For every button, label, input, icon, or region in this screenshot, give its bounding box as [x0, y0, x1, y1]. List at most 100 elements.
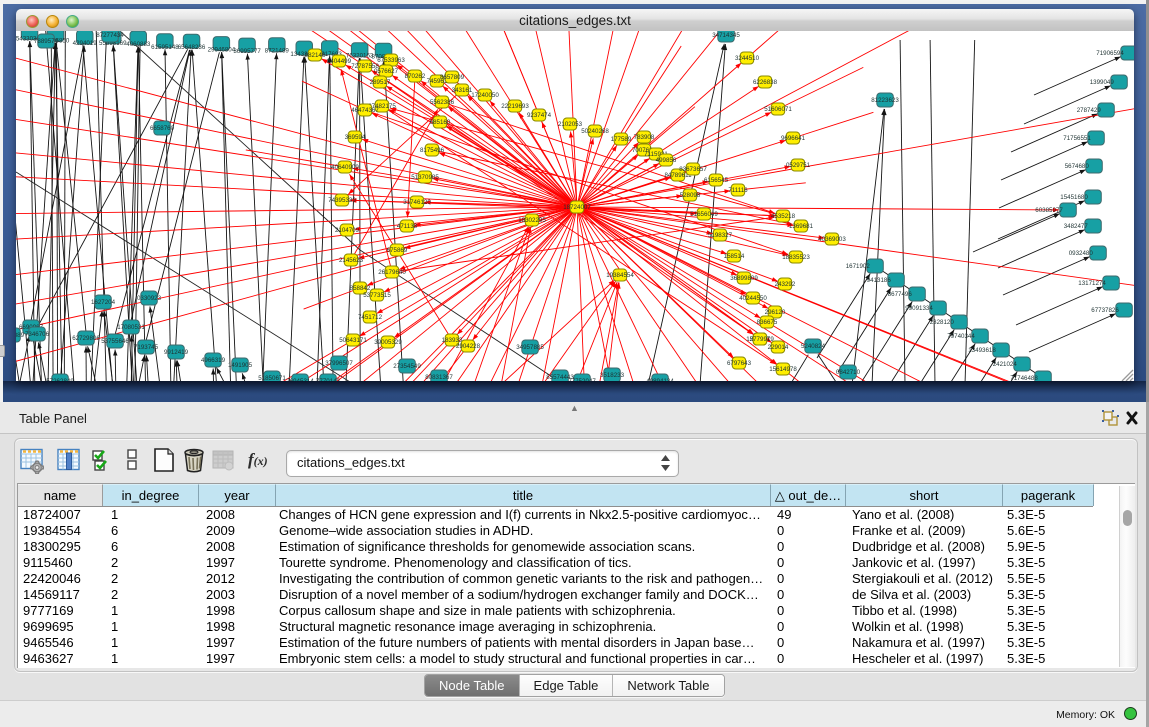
- svg-text:80831367: 80831367: [425, 374, 453, 381]
- svg-text:3518233: 3518233: [600, 372, 625, 379]
- svg-text:6797643: 6797643: [727, 360, 752, 367]
- svg-text:67533963: 67533963: [377, 57, 405, 64]
- svg-text:83673657: 83673657: [679, 166, 707, 173]
- svg-text:57262849: 57262849: [46, 378, 74, 381]
- svg-text:7770143: 7770143: [316, 378, 341, 381]
- svg-text:4060883: 4060883: [126, 41, 151, 48]
- svg-text:8721489: 8721489: [265, 48, 290, 55]
- svg-text:4294019: 4294019: [73, 40, 98, 47]
- svg-text:65648236: 65648236: [178, 44, 206, 51]
- svg-text:471138: 471138: [397, 223, 418, 230]
- svg-text:36995777: 36995777: [233, 48, 261, 55]
- svg-text:2102053: 2102053: [558, 121, 583, 128]
- svg-text:27354549: 27354549: [393, 363, 421, 370]
- svg-text:528098: 528098: [680, 192, 701, 199]
- svg-text:369594: 369594: [345, 134, 366, 141]
- svg-text:77752047: 77752047: [568, 378, 596, 381]
- svg-text:2787429: 2787429: [1077, 107, 1102, 114]
- svg-text:0529751: 0529751: [786, 162, 811, 169]
- svg-text:9413186: 9413186: [867, 277, 892, 284]
- svg-text:15614978: 15614978: [769, 366, 797, 373]
- svg-text:1671902: 1671902: [846, 263, 871, 270]
- svg-text:51656049: 51656049: [690, 211, 718, 218]
- svg-text:9237474: 9237474: [527, 112, 552, 119]
- svg-text:49894134: 49894134: [646, 378, 674, 381]
- svg-text:982146: 982146: [305, 52, 326, 59]
- svg-text:7889579: 7889579: [34, 38, 59, 45]
- svg-text:71746488: 71746488: [1010, 375, 1038, 381]
- svg-text:71756551: 71756551: [1063, 135, 1091, 142]
- svg-text:5240824: 5240824: [801, 343, 826, 350]
- svg-text:40244550: 40244550: [739, 295, 767, 302]
- svg-text:37996507: 37996507: [325, 360, 353, 367]
- svg-text:39005329: 39005329: [374, 339, 402, 346]
- svg-text:2328120: 2328120: [930, 319, 955, 326]
- svg-text:31746120: 31746120: [403, 199, 431, 206]
- svg-text:177589: 177589: [611, 136, 632, 143]
- svg-text:0576627: 0576627: [374, 68, 399, 75]
- svg-text:6156545: 6156545: [704, 177, 729, 184]
- svg-text:3244510: 3244510: [735, 55, 760, 62]
- svg-text:8677496: 8677496: [888, 291, 913, 298]
- svg-text:18835523: 18835523: [782, 254, 810, 261]
- svg-text:158514: 158514: [724, 253, 745, 260]
- svg-text:51606071: 51606071: [764, 106, 792, 113]
- svg-text:46474367: 46474367: [351, 107, 379, 114]
- svg-text:53773515: 53773515: [363, 292, 391, 299]
- svg-text:81223623: 81223623: [871, 97, 899, 104]
- svg-text:12779979: 12779979: [746, 336, 774, 343]
- svg-text:2421024: 2421024: [993, 361, 1018, 368]
- svg-text:2145623: 2145623: [339, 257, 364, 264]
- svg-text:858842: 858842: [350, 285, 371, 292]
- svg-text:17240050: 17240050: [471, 92, 499, 99]
- svg-text:2104709: 2104709: [335, 227, 360, 234]
- svg-text:62729806: 62729806: [72, 335, 100, 342]
- svg-text:5562386: 5562386: [430, 99, 455, 106]
- svg-text:1399049: 1399049: [1090, 79, 1115, 86]
- svg-text:5674680: 5674680: [1065, 163, 1090, 170]
- svg-text:79740344: 79740344: [947, 333, 975, 340]
- svg-text:7193745: 7193745: [134, 344, 159, 351]
- svg-text:18302295: 18302295: [518, 217, 546, 224]
- svg-text:99091334: 99091334: [905, 305, 933, 312]
- svg-text:34957885: 34957885: [516, 344, 544, 351]
- svg-text:1627204: 1627204: [91, 299, 116, 306]
- svg-text:343161: 343161: [452, 87, 473, 94]
- svg-text:74395339: 74395339: [328, 197, 356, 204]
- svg-text:243292: 243292: [775, 281, 796, 288]
- svg-text:296120: 296120: [765, 309, 786, 316]
- svg-text:289517: 289517: [370, 79, 391, 86]
- svg-text:53755646: 53755646: [101, 338, 129, 345]
- svg-text:6658760: 6658760: [150, 125, 175, 132]
- svg-text:22219693: 22219693: [501, 103, 529, 110]
- svg-text:87277434: 87277434: [96, 32, 124, 39]
- svg-text:36899809: 36899809: [730, 275, 758, 282]
- svg-text:4966319: 4966319: [201, 357, 226, 364]
- svg-text:61595148: 61595148: [151, 44, 179, 51]
- svg-text:5466889: 5466889: [16, 332, 25, 339]
- svg-text:29946804: 29946804: [208, 47, 236, 54]
- svg-text:0330923: 0330923: [137, 295, 162, 302]
- svg-text:870262: 870262: [405, 73, 426, 80]
- svg-text:13493618: 13493618: [968, 347, 996, 354]
- svg-text:26179640: 26179640: [378, 269, 406, 276]
- svg-text:18724007: 18724007: [563, 204, 591, 211]
- svg-text:7451712: 7451712: [358, 314, 383, 321]
- svg-text:836675: 836675: [757, 319, 778, 326]
- svg-text:34714345: 34714345: [712, 32, 740, 39]
- svg-text:1491905: 1491905: [228, 362, 253, 369]
- svg-text:51370985: 51370985: [411, 174, 439, 181]
- svg-text:675869: 675869: [387, 247, 408, 254]
- svg-text:50643171: 50643171: [339, 337, 367, 344]
- svg-text:8657809: 8657809: [440, 74, 465, 81]
- svg-text:5198327: 5198327: [708, 232, 733, 239]
- svg-text:4535218: 4535218: [771, 213, 796, 220]
- svg-text:499856: 499856: [656, 157, 677, 164]
- svg-text:40640909: 40640909: [331, 164, 359, 171]
- svg-text:50240268: 50240268: [581, 128, 609, 135]
- svg-text:67737826: 67737826: [1091, 307, 1119, 314]
- svg-text:13171274: 13171274: [1078, 280, 1106, 287]
- svg-text:9912419: 9912419: [164, 349, 189, 356]
- svg-text:8175496: 8175496: [420, 147, 445, 154]
- svg-text:685160: 685160: [430, 119, 451, 126]
